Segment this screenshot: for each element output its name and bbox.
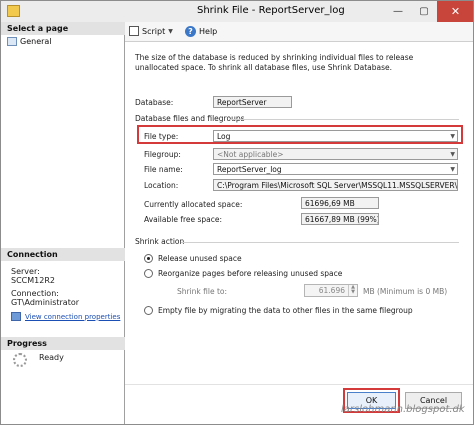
progress-header: Progress bbox=[1, 337, 125, 350]
title-bar: Shrink File - ReportServer_log — ▢ ✕ bbox=[1, 1, 473, 22]
page-item-label: General bbox=[20, 37, 52, 46]
allocated-space-value: 61696,69 MB bbox=[301, 197, 379, 209]
release-unused-label: Release unused space bbox=[158, 254, 242, 263]
chevron-down-icon: ▼ bbox=[450, 151, 455, 158]
script-label: Script bbox=[142, 26, 166, 36]
shrink-file-dialog: Shrink File - ReportServer_log — ▢ ✕ Sel… bbox=[0, 0, 474, 425]
help-label: Help bbox=[199, 27, 218, 36]
chevron-down-icon: ▼ bbox=[168, 27, 173, 35]
view-connection-properties-link[interactable]: View connection properties bbox=[11, 312, 120, 321]
footer-divider bbox=[125, 384, 473, 385]
filegroup-value: <Not applicable> bbox=[217, 150, 284, 159]
properties-icon bbox=[11, 312, 21, 321]
maximize-button[interactable]: ▢ bbox=[411, 1, 437, 22]
server-value: SCCM12R2 bbox=[11, 276, 55, 285]
help-button[interactable]: ? Help bbox=[185, 26, 217, 37]
shrink-to-hint: MB (Minimum is 0 MB) bbox=[363, 287, 448, 296]
connection-header: Connection bbox=[1, 248, 125, 261]
script-icon bbox=[129, 26, 139, 36]
allocated-space-label: Currently allocated space: bbox=[144, 200, 243, 209]
free-space-value: 61667,89 MB (99%) bbox=[301, 213, 379, 225]
view-connection-properties-label: View connection properties bbox=[25, 312, 121, 321]
file-name-dropdown[interactable]: ReportServer_log ▼ bbox=[213, 163, 458, 175]
watermark-text: larslohmann.blogspot.dk bbox=[341, 404, 465, 415]
select-page-header: Select a page bbox=[1, 22, 125, 35]
file-type-highlight bbox=[137, 125, 463, 144]
section-divider bbox=[229, 119, 459, 120]
empty-file-radio[interactable] bbox=[144, 306, 153, 315]
database-field: ReportServer bbox=[213, 96, 292, 108]
reorganize-pages-radio[interactable] bbox=[144, 269, 153, 278]
filegroup-label: Filegroup: bbox=[144, 150, 181, 159]
empty-file-label: Empty file by migrating the data to othe… bbox=[158, 306, 413, 315]
shrink-action-header: Shrink action bbox=[135, 237, 185, 246]
shrink-to-label: Shrink file to: bbox=[177, 287, 228, 296]
file-name-value: ReportServer_log bbox=[217, 165, 282, 174]
script-button[interactable]: Script ▼ bbox=[129, 26, 173, 36]
stepper-arrows-icon: ▲ ▼ bbox=[348, 285, 357, 296]
free-space-label: Available free space: bbox=[144, 215, 223, 224]
page-item-general[interactable]: General bbox=[7, 37, 52, 46]
progress-status: Ready bbox=[39, 353, 64, 362]
shrink-to-value: 61.696 bbox=[318, 286, 345, 295]
chevron-down-icon: ▼ bbox=[450, 166, 455, 173]
filegroup-dropdown: <Not applicable> ▼ bbox=[213, 148, 458, 160]
release-unused-radio[interactable] bbox=[144, 254, 153, 263]
database-label: Database: bbox=[135, 98, 174, 107]
shrink-to-stepper: 61.696 ▲ ▼ bbox=[304, 284, 358, 297]
progress-spinner-icon bbox=[13, 353, 27, 367]
close-button[interactable]: ✕ bbox=[437, 1, 473, 22]
reorganize-pages-label: Reorganize pages before releasing unused… bbox=[158, 269, 343, 278]
window-title: Shrink File - ReportServer_log bbox=[197, 5, 345, 16]
app-icon bbox=[7, 5, 20, 17]
minimize-button[interactable]: — bbox=[385, 1, 411, 22]
page-icon bbox=[7, 37, 17, 46]
server-label: Server: bbox=[11, 267, 40, 276]
help-icon: ? bbox=[185, 26, 196, 37]
description-text: The size of the database is reduced by s… bbox=[135, 53, 414, 72]
file-name-label: File name: bbox=[144, 165, 183, 174]
location-label: Location: bbox=[144, 181, 179, 190]
toolbar: Script ▼ ? Help bbox=[125, 22, 473, 42]
location-field: C:\Program Files\Microsoft SQL Server\MS… bbox=[213, 179, 458, 191]
connection-label: Connection: bbox=[11, 289, 59, 298]
section-divider bbox=[181, 242, 459, 243]
connection-value: GT\Administrator bbox=[11, 298, 80, 307]
